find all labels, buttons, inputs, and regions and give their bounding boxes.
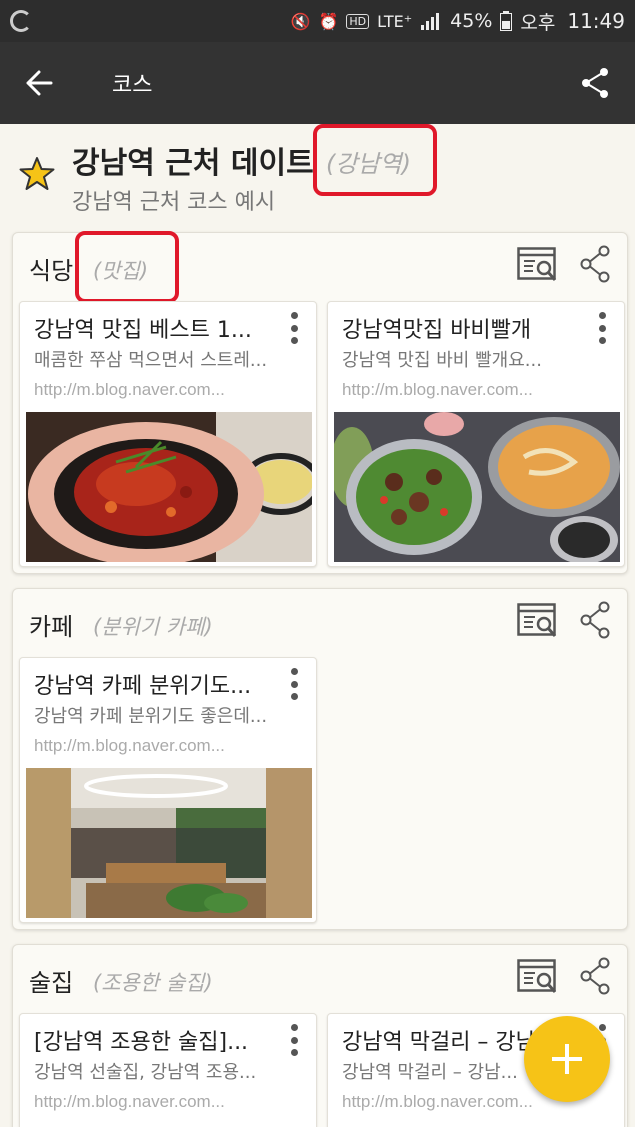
course-title: 강남역 근처 데이트 — [72, 146, 314, 181]
spicy-pork-pan-photo — [26, 412, 312, 562]
section-restaurant: 식당 (맛집) 강남역 맛집 베스트 1... 매콤한 쭈삼 먹으면서 스트레.… — [12, 231, 628, 574]
hd-voice-icon: HD — [346, 13, 370, 29]
app-notification-icon — [10, 10, 32, 32]
share-icon[interactable] — [579, 601, 611, 639]
share-icon[interactable] — [579, 245, 611, 283]
section-tag: (조용한 술집) — [93, 971, 213, 995]
back-arrow-icon — [26, 70, 53, 96]
browse-search-icon[interactable] — [517, 959, 559, 995]
alarm-icon: ⏰ — [318, 11, 339, 31]
share-icon[interactable] — [579, 957, 611, 995]
card-url: http://m.blog.naver.com... — [34, 380, 225, 399]
card-title: 강남역 맛집 베스트 1... — [34, 318, 252, 343]
section-name: 술집 — [29, 969, 74, 997]
more-menu-icon[interactable] — [596, 312, 608, 344]
card-description: 매콤한 쭈삼 먹으면서 스트레... — [34, 350, 268, 371]
share-course-button[interactable] — [555, 42, 635, 124]
course-subtitle: 강남역 근처 코스 예시 — [72, 190, 276, 215]
section-cafe: 카페 (분위기 카페) 강남역 카페 분위기도... 강남역 카페 분위기도 좋… — [12, 588, 628, 930]
ampm: 오후 — [520, 11, 556, 34]
section-name: 식당 — [29, 257, 74, 285]
course-header: 강남역 근처 데이트 (강남역) 강남역 근처 코스 예시 — [0, 124, 635, 224]
battery-icon — [500, 11, 513, 31]
card-title: 강남역 카페 분위기도... — [34, 674, 252, 699]
highlight-box — [75, 231, 179, 303]
highlight-box — [313, 124, 437, 196]
steak-salad-photo — [334, 412, 620, 562]
more-menu-icon[interactable] — [288, 1024, 300, 1056]
clock: 11:49 — [567, 9, 625, 33]
mute-icon: 🔇 — [290, 11, 311, 31]
signal-icon — [421, 13, 440, 30]
status-bar: 🔇 ⏰ HD LTE⁺ 45% 오후 11:49 — [0, 0, 635, 42]
section-tag: (분위기 카페) — [93, 615, 213, 639]
app-bar-title: 코스 — [112, 73, 153, 98]
back-button[interactable] — [0, 42, 78, 124]
share-icon — [582, 68, 608, 98]
place-card[interactable]: 강남역 카페 분위기도... 강남역 카페 분위기도 좋은데... http:/… — [19, 657, 317, 923]
more-menu-icon[interactable] — [288, 668, 300, 700]
place-card[interactable]: 강남역맛집 바비빨개 강남역 맛집 바비 빨개요... http://m.blo… — [327, 301, 625, 567]
card-url: http://m.blog.naver.com... — [34, 736, 225, 755]
card-description: 강남역 선술집, 강남역 조용... — [34, 1062, 257, 1083]
card-url: http://m.blog.naver.com... — [342, 380, 533, 399]
browse-search-icon[interactable] — [517, 603, 559, 639]
card-description: 강남역 맛집 바비 빨개요... — [342, 350, 542, 371]
card-title: [강남역 조용한 술집]... — [34, 1030, 249, 1055]
cafe-interior-photo — [26, 768, 312, 918]
add-place-button[interactable] — [524, 1016, 610, 1102]
battery-percent: 45% — [450, 10, 493, 32]
more-menu-icon[interactable] — [288, 312, 300, 344]
card-description: 강남역 카페 분위기도 좋은데... — [34, 706, 268, 727]
favorite-star-icon[interactable] — [18, 156, 56, 192]
card-title: 강남역맛집 바비빨개 — [342, 318, 532, 343]
place-card[interactable]: 강남역 맛집 베스트 1... 매콤한 쭈삼 먹으면서 스트레... http:… — [19, 301, 317, 567]
browse-search-icon[interactable] — [517, 247, 559, 283]
card-url: http://m.blog.naver.com... — [34, 1092, 225, 1111]
app-bar: 코스 — [0, 42, 635, 124]
place-card[interactable]: [강남역 조용한 술집]... 강남역 선술집, 강남역 조용... http:… — [19, 1013, 317, 1127]
lte-icon: LTE⁺ — [377, 11, 413, 31]
section-name: 카페 — [29, 613, 74, 641]
